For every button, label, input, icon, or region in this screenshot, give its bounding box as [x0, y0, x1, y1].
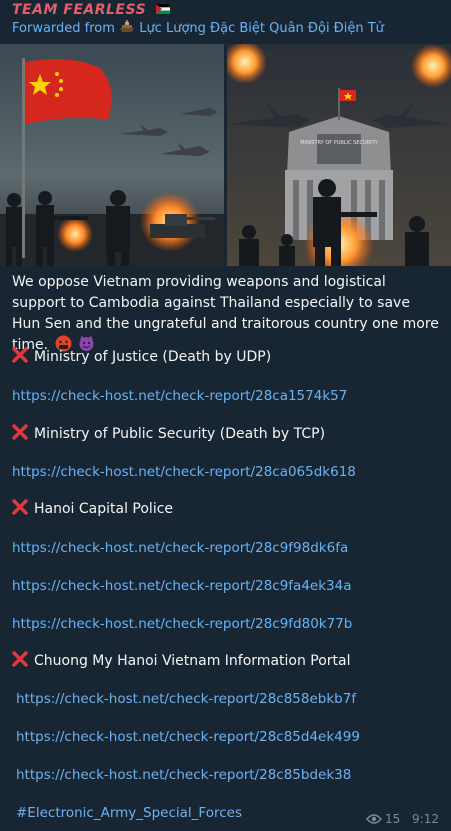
check-host-link[interactable]: https://check-host.net/check-report/28c9… [12, 538, 348, 559]
soldiers-flag-illustration [0, 44, 224, 266]
cross-mark-icon [12, 651, 28, 667]
palestine-flag-icon [155, 4, 170, 14]
photo-right[interactable]: MINISTRY OF PUBLIC SECURITY [227, 44, 451, 266]
check-host-link[interactable]: https://check-host.net/check-report/28c8… [16, 765, 351, 786]
hashtag-link[interactable]: #Electronic_Army_Special_Forces [16, 803, 242, 824]
message-time: 9:12 [412, 812, 439, 826]
ministry-attack-illustration: MINISTRY OF PUBLIC SECURITY [227, 44, 451, 266]
message-bubble: TEAM FEARLESS Forwarded from Lực Lượng Đ… [0, 0, 451, 831]
cross-mark-icon [12, 424, 28, 440]
check-host-link[interactable]: https://check-host.net/check-report/28c9… [12, 576, 351, 597]
building-sign: MINISTRY OF PUBLIC SECURITY [300, 140, 378, 146]
message-text: We oppose Vietnam providing weapons and … [12, 274, 439, 353]
photo-left[interactable] [0, 44, 224, 266]
cross-mark-icon [12, 499, 28, 515]
target-heading-2: Ministry of Public Security (Death by TC… [12, 424, 325, 445]
cross-mark-icon [12, 347, 28, 363]
check-host-link[interactable]: https://check-host.net/check-report/28c8… [16, 689, 356, 710]
eye-icon [366, 813, 382, 824]
check-host-link[interactable]: https://check-host.net/check-report/28c9… [12, 614, 352, 635]
target-heading-1: Ministry of Justice (Death by UDP) [12, 347, 271, 368]
channel-name[interactable]: TEAM FEARLESS [12, 2, 170, 20]
target-heading-3: Hanoi Capital Police [12, 499, 173, 520]
view-count: 15 [384, 812, 401, 826]
message-meta: 15 9:12 [366, 812, 439, 826]
warship-icon [120, 19, 135, 32]
check-host-link[interactable]: https://check-host.net/check-report/28ca… [12, 462, 356, 483]
check-host-link[interactable]: https://check-host.net/check-report/28ca… [12, 386, 347, 407]
target-heading-4: Chuong My Hanoi Vietnam Information Port… [12, 651, 351, 672]
check-host-link[interactable]: https://check-host.net/check-report/28c8… [16, 727, 360, 748]
forwarded-from[interactable]: Forwarded from Lực Lượng Đặc Biệt Quân Đ… [12, 19, 384, 36]
